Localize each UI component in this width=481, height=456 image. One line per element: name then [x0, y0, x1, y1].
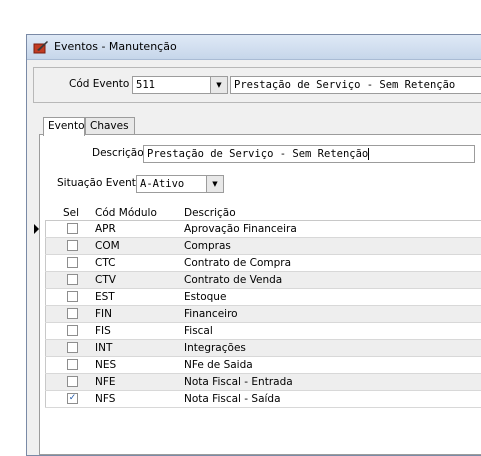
- descricao-cell: NFe de Saida: [184, 359, 253, 371]
- app-icon: [33, 41, 48, 54]
- tab-bar: Evento Chaves: [39, 117, 481, 136]
- situacao-combo[interactable]: A-Ativo ▼: [136, 175, 224, 193]
- descricao-cell: Integrações: [184, 342, 246, 354]
- row-indicator: [31, 357, 46, 373]
- cod-modulo-cell: FIN: [95, 308, 112, 320]
- modules-grid: Sel Cód Módulo Descrição APR Aprovação Fi…: [34, 206, 481, 408]
- sel-checkbox[interactable]: [67, 257, 78, 268]
- situacao-value: A-Ativo: [140, 178, 185, 190]
- sel-checkbox[interactable]: [67, 274, 78, 285]
- cod-modulo-cell: NFE: [95, 376, 116, 388]
- header-descricao[interactable]: Descrição: [184, 207, 236, 219]
- text-cursor: [368, 148, 370, 160]
- cod-modulo-cell: EST: [95, 291, 115, 303]
- sel-checkbox[interactable]: [67, 240, 78, 251]
- sel-checkbox[interactable]: [67, 359, 78, 370]
- descricao-cell: Aprovação Financeira: [184, 223, 297, 235]
- header-cod-modulo[interactable]: Cód Módulo: [95, 207, 157, 219]
- cod-evento-panel: Cód Evento 511 ▼ Prestação de Serviço - …: [33, 67, 481, 103]
- sel-checkbox[interactable]: [67, 291, 78, 302]
- descricao-cell: Nota Fiscal - Entrada: [184, 376, 293, 388]
- table-row[interactable]: ✓ NFS Nota Fiscal - Saída: [45, 391, 481, 408]
- sel-checkbox[interactable]: ✓: [67, 393, 78, 404]
- descricao-label: Descrição: [92, 147, 144, 159]
- table-row[interactable]: COM Compras: [45, 238, 481, 255]
- sel-checkbox[interactable]: [67, 325, 78, 336]
- table-row[interactable]: FIS Fiscal: [45, 323, 481, 340]
- descricao-cell: Contrato de Venda: [184, 274, 283, 286]
- table-row[interactable]: CTV Contrato de Venda: [45, 272, 481, 289]
- descricao-cell: Nota Fiscal - Saída: [184, 393, 281, 405]
- table-row[interactable]: INT Integrações: [45, 340, 481, 357]
- cod-evento-description: Prestação de Serviço - Sem Retenção: [230, 76, 481, 94]
- cod-modulo-cell: CTV: [95, 274, 116, 286]
- header-sel[interactable]: Sel: [63, 207, 79, 219]
- current-row-arrow-icon: [34, 224, 39, 234]
- sel-checkbox[interactable]: [67, 308, 78, 319]
- window-title: Eventos - Manutenção: [54, 40, 177, 53]
- table-row[interactable]: APR Aprovação Financeira: [34, 221, 481, 238]
- descricao-cell: Fiscal: [184, 325, 213, 337]
- cod-modulo-cell: NFS: [95, 393, 116, 405]
- cod-evento-label: Cód Evento: [69, 78, 130, 90]
- descricao-input[interactable]: Prestação de Serviço - Sem Retenção: [143, 145, 475, 163]
- row-indicator: [31, 374, 46, 390]
- table-row[interactable]: NES NFe de Saida: [45, 357, 481, 374]
- descricao-cell: Financeiro: [184, 308, 238, 320]
- descricao-cell: Contrato de Compra: [184, 257, 292, 269]
- row-indicator: [31, 289, 46, 305]
- cod-modulo-cell: FIS: [95, 325, 111, 337]
- descricao-value: Prestação de Serviço - Sem Retenção: [147, 148, 369, 160]
- sel-checkbox[interactable]: [67, 342, 78, 353]
- tab-evento-label: Evento: [48, 120, 85, 132]
- chevron-down-icon[interactable]: ▼: [210, 77, 227, 93]
- row-indicator: [31, 306, 46, 322]
- row-indicator: [31, 272, 46, 288]
- tab-chaves-label: Chaves: [90, 120, 129, 132]
- cod-modulo-cell: NES: [95, 359, 117, 371]
- cod-evento-value: 511: [136, 79, 155, 91]
- cod-modulo-cell: COM: [95, 240, 120, 252]
- table-row[interactable]: EST Estoque: [45, 289, 481, 306]
- table-row[interactable]: NFE Nota Fiscal - Entrada: [45, 374, 481, 391]
- row-indicator: [31, 391, 46, 407]
- grid-header: Sel Cód Módulo Descrição: [45, 206, 481, 221]
- cod-modulo-cell: APR: [95, 223, 116, 235]
- row-indicator: [31, 255, 46, 271]
- cod-modulo-cell: INT: [95, 342, 113, 354]
- cod-evento-combo[interactable]: 511 ▼: [132, 76, 228, 94]
- descricao-cell: Compras: [184, 240, 231, 252]
- situacao-label: Situação Evento: [57, 177, 143, 189]
- sel-checkbox[interactable]: [67, 223, 78, 234]
- row-indicator: [31, 323, 46, 339]
- tab-chaves[interactable]: Chaves: [85, 117, 135, 135]
- row-indicator: [31, 340, 46, 356]
- table-row[interactable]: FIN Financeiro: [45, 306, 481, 323]
- title-bar[interactable]: Eventos - Manutenção: [27, 35, 481, 60]
- table-row[interactable]: CTC Contrato de Compra: [45, 255, 481, 272]
- cod-evento-description-text: Prestação de Serviço - Sem Retenção: [234, 79, 456, 91]
- tab-evento[interactable]: Evento: [43, 117, 85, 136]
- cod-modulo-cell: CTC: [95, 257, 116, 269]
- grid-body: APR Aprovação Financeira COM Compras CTC Cont…: [34, 221, 481, 408]
- row-indicator: [31, 238, 46, 254]
- chevron-down-icon[interactable]: ▼: [206, 176, 223, 192]
- row-indicator: [31, 221, 46, 237]
- sel-checkbox[interactable]: [67, 376, 78, 387]
- descricao-cell: Estoque: [184, 291, 227, 303]
